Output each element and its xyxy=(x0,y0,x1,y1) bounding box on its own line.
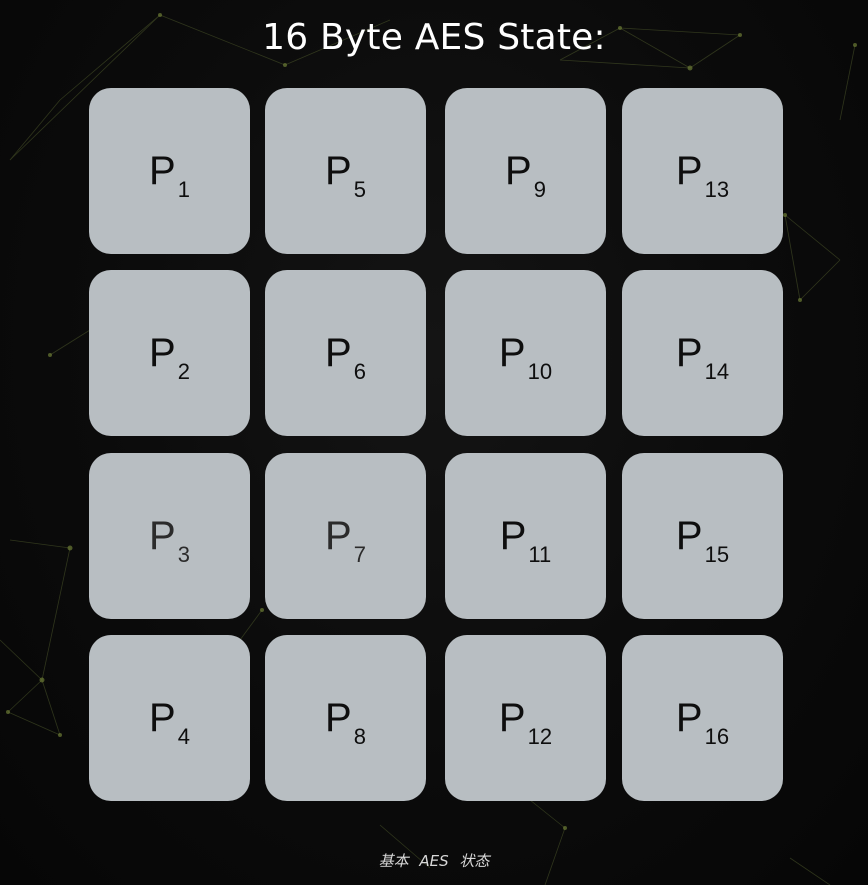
cell-subscript: 7 xyxy=(353,542,366,567)
cell-subscript: 10 xyxy=(527,359,553,384)
cell-subscript: 1 xyxy=(177,177,190,202)
state-cell: P3 xyxy=(89,453,250,619)
cell-label: P 11 xyxy=(499,514,552,566)
cell-label: P 12 xyxy=(498,696,552,748)
state-cell: P8 xyxy=(265,635,426,801)
cell-letter: P xyxy=(325,331,352,375)
cell-label: P 10 xyxy=(498,331,552,383)
cell-letter: P xyxy=(149,331,176,375)
cell-label: P9 xyxy=(505,149,546,201)
cell-subscript: 5 xyxy=(353,177,366,202)
cell-subscript: 14 xyxy=(704,359,730,384)
cell-letter: P xyxy=(675,149,703,193)
cell-subscript: 12 xyxy=(527,724,553,749)
cell-label: P 13 xyxy=(675,149,729,201)
cell-letter: P xyxy=(499,514,527,558)
cell-letter: P xyxy=(498,331,526,375)
cell-label: P2 xyxy=(149,331,190,383)
cell-subscript: 15 xyxy=(704,542,730,567)
state-cell: P2 xyxy=(89,270,250,436)
aes-state-grid: P1 P5 P9 P 13 P2 P6 P 10 P 14 P3 P7 P 11… xyxy=(89,88,785,802)
cell-letter: P xyxy=(325,149,352,193)
slide: 16 Byte AES State: P1 P5 P9 P 13 P2 P6 P1… xyxy=(0,0,868,885)
page-title: 16 Byte AES State: xyxy=(262,17,606,58)
state-cell: P 13 xyxy=(622,88,783,254)
cell-label: P8 xyxy=(325,696,366,748)
cell-subscript: 3 xyxy=(177,542,190,567)
cell-letter: P xyxy=(325,514,352,558)
cell-letter: P xyxy=(498,696,526,740)
cell-label: P3 xyxy=(149,514,190,566)
cell-letter: P xyxy=(675,514,703,558)
cell-label: P 16 xyxy=(675,696,729,748)
state-cell: P 10 xyxy=(445,270,606,436)
state-cell: P1 xyxy=(89,88,250,254)
state-cell: P 12 xyxy=(445,635,606,801)
state-cell: P6 xyxy=(265,270,426,436)
cell-label: P5 xyxy=(325,149,366,201)
state-cell: P 16 xyxy=(622,635,783,801)
cell-letter: P xyxy=(325,696,352,740)
cell-letter: P xyxy=(675,331,703,375)
cell-subscript: 8 xyxy=(353,724,366,749)
cell-letter: P xyxy=(505,149,532,193)
cell-label: P 14 xyxy=(675,331,729,383)
cell-label: P1 xyxy=(149,149,190,201)
state-cell: P 15 xyxy=(622,453,783,619)
cell-subscript: 16 xyxy=(704,724,730,749)
cell-subscript: 11 xyxy=(528,542,552,567)
cell-letter: P xyxy=(675,696,703,740)
cell-letter: P xyxy=(149,514,176,558)
cell-subscript: 13 xyxy=(704,177,730,202)
cell-label: P4 xyxy=(149,696,190,748)
cell-subscript: 9 xyxy=(533,177,546,202)
cell-subscript: 4 xyxy=(177,724,190,749)
state-cell: P 14 xyxy=(622,270,783,436)
cell-label: P 15 xyxy=(675,514,729,566)
cell-subscript: 2 xyxy=(177,359,190,384)
cell-label: P7 xyxy=(325,514,366,566)
state-cell: P4 xyxy=(89,635,250,801)
caption: 基本 AES 状态 xyxy=(378,852,490,870)
cell-label: P6 xyxy=(325,331,366,383)
state-cell: P 11 xyxy=(445,453,606,619)
state-cell: P9 xyxy=(445,88,606,254)
state-cell: P5 xyxy=(265,88,426,254)
cell-letter: P xyxy=(149,696,176,740)
cell-letter: P xyxy=(149,149,176,193)
state-cell: P7 xyxy=(265,453,426,619)
cell-subscript: 6 xyxy=(353,359,366,384)
